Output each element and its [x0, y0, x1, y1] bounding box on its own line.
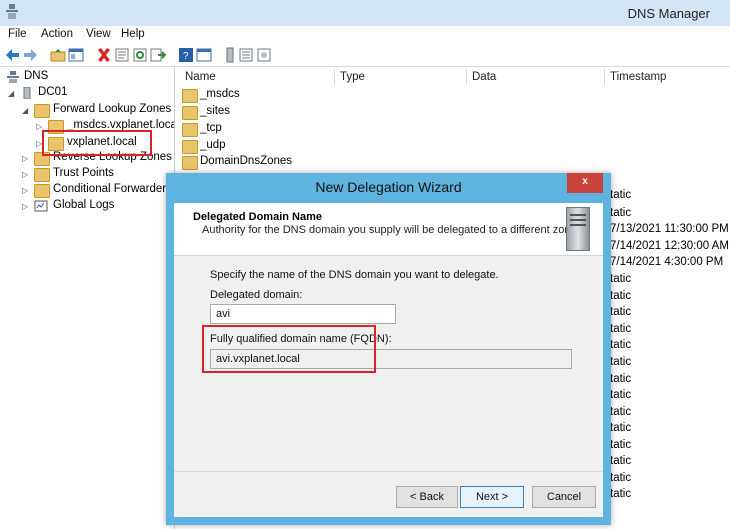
timestamp-cell: tatic: [610, 406, 632, 418]
dialog-body: Delegated Domain Name Authority for the …: [174, 203, 603, 517]
zone-folder-icon: [48, 137, 64, 151]
mmc-view-icon[interactable]: [196, 47, 212, 63]
cancel-button[interactable]: Cancel: [532, 486, 596, 508]
delegated-domain-label: Delegated domain:: [210, 289, 303, 301]
console-tree: DNS ◢ DC01 ◢ Forward Lookup Zones ▷ _msd…: [0, 67, 175, 529]
timestamp-cell: tatic: [610, 439, 632, 451]
up-folder-icon[interactable]: [50, 47, 66, 63]
folder-icon: [182, 140, 198, 154]
folder-icon: [182, 123, 198, 137]
timestamp-cell: 7/14/2021 12:30:00 AM: [610, 240, 729, 252]
show-console-tree-icon[interactable]: [68, 47, 84, 63]
menu-view[interactable]: View: [86, 28, 111, 40]
timestamp-cell: tatic: [610, 273, 632, 285]
timestamp-cell: tatic: [610, 422, 632, 434]
timestamp-cell: tatic: [610, 323, 632, 335]
menu-file[interactable]: File: [8, 28, 27, 40]
back-arrow-icon[interactable]: [5, 47, 21, 63]
help-icon[interactable]: ?: [178, 47, 194, 63]
fqdn-label: Fully qualified domain name (FQDN):: [210, 333, 392, 345]
collapsed-arrow-icon[interactable]: ▷: [22, 170, 28, 179]
dns-manager-icon: [6, 4, 18, 19]
forward-arrow-icon[interactable]: [22, 47, 38, 63]
dns-icon: [7, 71, 19, 83]
server-icon: [23, 87, 31, 99]
column-type[interactable]: Type: [340, 71, 365, 83]
zone-folder-icon: [182, 89, 198, 103]
folder-icon: [34, 184, 50, 198]
zone-list-icon[interactable]: [238, 47, 254, 63]
expanded-arrow-icon[interactable]: ◢: [8, 89, 14, 98]
back-button[interactable]: < Back: [396, 486, 458, 508]
folder-icon: [182, 106, 198, 120]
collapsed-arrow-icon[interactable]: ▷: [36, 139, 42, 148]
folder-icon: [182, 156, 198, 170]
server-icon[interactable]: [222, 47, 238, 63]
expanded-arrow-icon[interactable]: ◢: [22, 106, 28, 115]
zone-records-icon[interactable]: [256, 47, 272, 63]
zone-folder-icon: [48, 120, 64, 134]
timestamp-cell: tatic: [610, 290, 632, 302]
collapsed-arrow-icon[interactable]: ▷: [22, 202, 28, 211]
delete-icon[interactable]: [96, 47, 112, 63]
timestamp-cell: tatic: [610, 306, 632, 318]
window-title: DNS Manager: [627, 6, 710, 21]
wizard-step-title: Delegated Domain Name: [193, 211, 322, 223]
timestamp-cell: tatic: [610, 189, 632, 201]
refresh-icon[interactable]: [132, 47, 148, 63]
toolbar: ?: [0, 44, 730, 67]
title-bar: DNS Manager: [0, 0, 730, 26]
svg-text:?: ?: [183, 51, 189, 62]
close-button[interactable]: x: [567, 173, 603, 193]
event-log-icon: [34, 200, 48, 212]
timestamp-cell: 7/13/2021 11:30:00 PM: [610, 223, 729, 235]
instruction-text: Specify the name of the DNS domain you w…: [210, 269, 499, 281]
timestamp-cell: tatic: [610, 373, 632, 385]
timestamp-cell: 7/14/2021 4:30:00 PM: [610, 256, 724, 268]
timestamp-cell: tatic: [610, 356, 632, 368]
folder-icon: [34, 104, 50, 118]
column-divider: [466, 69, 467, 85]
menu-help[interactable]: Help: [121, 28, 145, 40]
collapsed-arrow-icon[interactable]: ▷: [22, 186, 28, 195]
menu-action[interactable]: Action: [41, 28, 73, 40]
collapsed-arrow-icon[interactable]: ▷: [22, 154, 28, 163]
properties-icon[interactable]: [114, 47, 130, 63]
wizard-header: Delegated Domain Name Authority for the …: [174, 203, 603, 256]
export-list-icon[interactable]: [150, 47, 166, 63]
close-icon: x: [582, 176, 588, 187]
collapsed-arrow-icon[interactable]: ▷: [36, 122, 42, 131]
button-separator: [174, 471, 603, 472]
column-divider: [334, 69, 335, 85]
column-data[interactable]: Data: [472, 71, 496, 83]
server-illustration-icon: [566, 207, 590, 251]
next-button[interactable]: Next >: [460, 486, 524, 508]
timestamp-cell: tatic: [610, 207, 632, 219]
column-timestamp[interactable]: Timestamp: [610, 71, 666, 83]
delegated-domain-input[interactable]: avi: [210, 304, 396, 324]
timestamp-cell: tatic: [610, 455, 632, 467]
new-delegation-wizard-dialog: New Delegation Wizard x Delegated Domain…: [166, 173, 611, 525]
wizard-step-description: Authority for the DNS domain you supply …: [202, 224, 580, 236]
folder-icon: [34, 152, 50, 166]
timestamp-cell: tatic: [610, 472, 632, 484]
timestamp-cell: tatic: [610, 389, 632, 401]
column-divider: [604, 69, 605, 85]
timestamp-cell: tatic: [610, 339, 632, 351]
dialog-title: New Delegation Wizard: [315, 179, 462, 195]
menu-bar: File Action View Help: [0, 26, 730, 44]
fqdn-field: avi.vxplanet.local: [210, 349, 572, 369]
column-name[interactable]: Name: [185, 71, 216, 83]
folder-icon: [34, 168, 50, 182]
timestamp-cell: tatic: [610, 488, 632, 500]
